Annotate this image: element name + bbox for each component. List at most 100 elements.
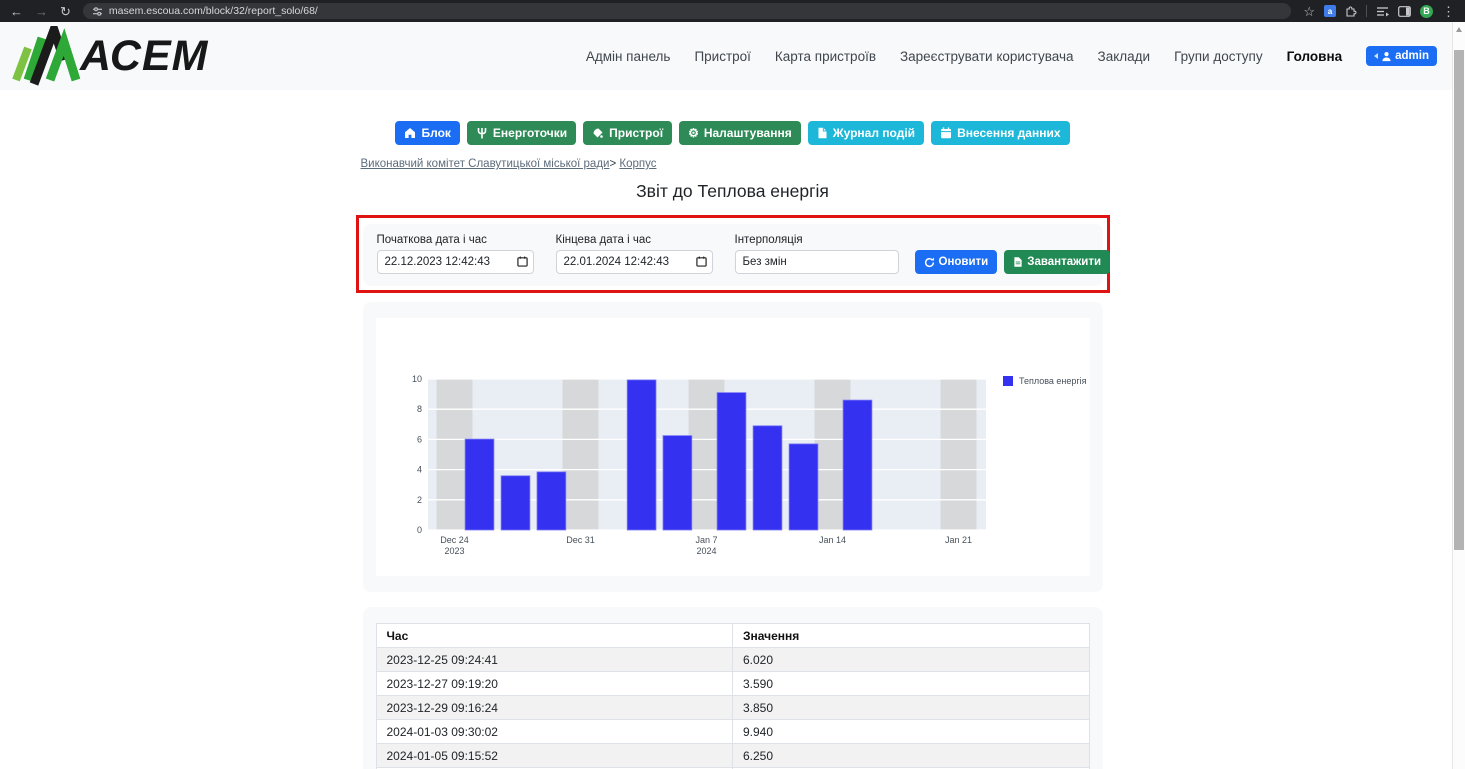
svg-text:Jan 14: Jan 14 xyxy=(818,535,845,545)
file-icon xyxy=(817,127,828,139)
nav-register-user[interactable]: Зареєструвати користувача xyxy=(900,49,1074,64)
end-datetime-input[interactable] xyxy=(556,250,713,274)
annotation-highlight-box: Початкова дата і час Кінцева дата і час … xyxy=(356,215,1110,293)
cell-value: 6.250 xyxy=(733,744,1090,768)
chart-card: 0246810Dec 242023Dec 31Jan 72024Jan 14Ja… xyxy=(363,302,1103,592)
fork-icon xyxy=(476,127,488,139)
page-title: Звіт до Теплова енергія xyxy=(0,181,1465,202)
toolbar-button-devices[interactable]: Пристрої xyxy=(583,121,672,145)
download-file-icon xyxy=(1013,256,1023,268)
table-row: 2024-01-03 09:30:029.940 xyxy=(376,720,1089,744)
start-datetime-input[interactable] xyxy=(377,250,534,274)
extensions-icon[interactable] xyxy=(1345,5,1357,17)
table-header-row: Час Значення xyxy=(376,624,1089,648)
toolbar-button-energy-points[interactable]: Енерготочки xyxy=(467,121,576,145)
toolbar-button-data-entry[interactable]: Внесення данних xyxy=(931,121,1069,145)
column-header-time: Час xyxy=(376,624,733,648)
side-panel-icon[interactable] xyxy=(1398,6,1411,17)
admin-label: admin xyxy=(1395,50,1429,62)
toolbar-label: Внесення данних xyxy=(957,126,1060,140)
translate-icon[interactable]: a xyxy=(1324,5,1336,17)
profile-avatar[interactable]: B xyxy=(1420,5,1433,18)
breadcrumb-link-committee[interactable]: Виконавчий комітет Славутицької міської … xyxy=(361,158,610,170)
cell-time: 2024-01-03 09:30:02 xyxy=(376,720,733,744)
cell-value: 9.940 xyxy=(733,720,1090,744)
toolbar-label: Журнал подій xyxy=(833,126,915,140)
admin-user-button[interactable]: admin xyxy=(1366,46,1437,66)
toolbar-label: Блок xyxy=(421,126,450,140)
cell-value: 6.020 xyxy=(733,648,1090,672)
table-card: Час Значення 2023-12-25 09:24:416.020 20… xyxy=(363,607,1103,769)
refresh-button[interactable]: Оновити xyxy=(915,250,998,274)
readings-table: Час Значення 2023-12-25 09:24:416.020 20… xyxy=(376,623,1090,769)
datepicker-icon[interactable] xyxy=(696,256,707,267)
interpolation-input[interactable] xyxy=(735,250,899,274)
svg-text:Dec 31: Dec 31 xyxy=(566,535,595,545)
datepicker-icon[interactable] xyxy=(517,256,528,267)
acem-logo[interactable]: АСЕМ xyxy=(8,26,208,86)
svg-text:4: 4 xyxy=(416,465,421,475)
calendar-icon xyxy=(940,127,952,139)
reload-icon[interactable]: ↻ xyxy=(60,5,71,18)
interpolation-label: Інтерполяція xyxy=(735,234,899,246)
scrollbar-up-arrow-icon[interactable] xyxy=(1456,27,1462,32)
nav-institutions[interactable]: Заклади xyxy=(1098,49,1151,64)
start-datetime-label: Початкова дата і час xyxy=(377,234,534,246)
page-scrollbar[interactable] xyxy=(1452,22,1465,769)
logo-text: АСЕМ xyxy=(80,32,208,81)
main-nav: Адмін панель Пристрої Карта пристроїв За… xyxy=(586,46,1437,66)
table-row: 2023-12-25 09:24:416.020 xyxy=(376,648,1089,672)
site-settings-icon[interactable] xyxy=(92,6,103,17)
house-icon xyxy=(404,127,416,139)
svg-text:0: 0 xyxy=(416,525,421,535)
end-datetime-label: Кінцева дата і час xyxy=(556,234,713,246)
bar-chart[interactable]: 0246810Dec 242023Dec 31Jan 72024Jan 14Ja… xyxy=(376,318,1090,576)
toolbar-label: Пристрої xyxy=(609,126,663,140)
toolbar-label: Енерготочки xyxy=(493,126,567,140)
cell-time: 2023-12-29 09:16:24 xyxy=(376,696,733,720)
back-icon[interactable]: ← xyxy=(10,5,23,18)
end-datetime-field: Кінцева дата і час xyxy=(556,234,713,274)
browser-actions: ☆ a B ⋮ xyxy=(1303,5,1455,18)
svg-text:6: 6 xyxy=(416,434,421,444)
interpolation-field: Інтерполяція xyxy=(735,234,899,274)
svg-text:Jan 21: Jan 21 xyxy=(944,535,971,545)
svg-text:2: 2 xyxy=(416,495,421,505)
cell-time: 2023-12-27 09:19:20 xyxy=(376,672,733,696)
browser-toolbar: ← → ↻ masem.escoua.com/block/32/report_s… xyxy=(0,0,1465,22)
nav-admin-panel[interactable]: Адмін панель xyxy=(586,49,671,64)
refresh-label: Оновити xyxy=(939,256,989,268)
cell-value: 3.850 xyxy=(733,696,1090,720)
breadcrumb: Виконавчий комітет Славутицької міської … xyxy=(361,158,1105,170)
toolbar-label: Налаштування xyxy=(704,126,792,140)
column-header-value: Значення xyxy=(733,624,1090,648)
block-toolbar: Блок Енерготочки Пристрої ⚙ Налаштування… xyxy=(0,121,1465,145)
forward-icon[interactable]: → xyxy=(35,5,48,18)
breadcrumb-link-building[interactable]: Корпус xyxy=(619,158,656,170)
chart-canvas: 0246810Dec 242023Dec 31Jan 72024Jan 14Ja… xyxy=(376,318,1090,576)
scrollbar-thumb[interactable] xyxy=(1454,50,1464,550)
svg-text:Jan 7: Jan 7 xyxy=(695,535,717,545)
toolbar-button-block[interactable]: Блок xyxy=(395,121,459,145)
svg-text:Dec 24: Dec 24 xyxy=(440,535,469,545)
svg-text:2023: 2023 xyxy=(444,546,464,556)
reading-list-icon[interactable] xyxy=(1376,6,1389,17)
nav-access-groups[interactable]: Групи доступу xyxy=(1174,49,1263,64)
nav-device-map[interactable]: Карта пристроїв xyxy=(775,49,876,64)
toolbar-button-settings[interactable]: ⚙ Налаштування xyxy=(679,121,801,145)
filter-actions: Оновити Завантажити xyxy=(915,250,1111,274)
browser-menu-icon[interactable]: ⋮ xyxy=(1442,5,1455,18)
bookmark-star-icon[interactable]: ☆ xyxy=(1303,5,1315,18)
toolbar-button-event-log[interactable]: Журнал подій xyxy=(808,121,924,145)
caret-left-icon xyxy=(1374,53,1378,59)
nav-devices[interactable]: Пристрої xyxy=(694,49,750,64)
nav-home[interactable]: Головна xyxy=(1287,49,1343,64)
breadcrumb-separator: > xyxy=(609,158,616,170)
svg-text:2024: 2024 xyxy=(696,546,716,556)
url-text[interactable]: masem.escoua.com/block/32/report_solo/68… xyxy=(109,5,318,17)
svg-text:Теплова енергія: Теплова енергія xyxy=(1019,376,1087,386)
download-button[interactable]: Завантажити xyxy=(1004,250,1110,274)
address-bar[interactable]: masem.escoua.com/block/32/report_solo/68… xyxy=(83,3,1291,19)
site-header: АСЕМ Адмін панель Пристрої Карта пристро… xyxy=(0,22,1465,90)
gear-icon: ⚙ xyxy=(688,127,699,139)
